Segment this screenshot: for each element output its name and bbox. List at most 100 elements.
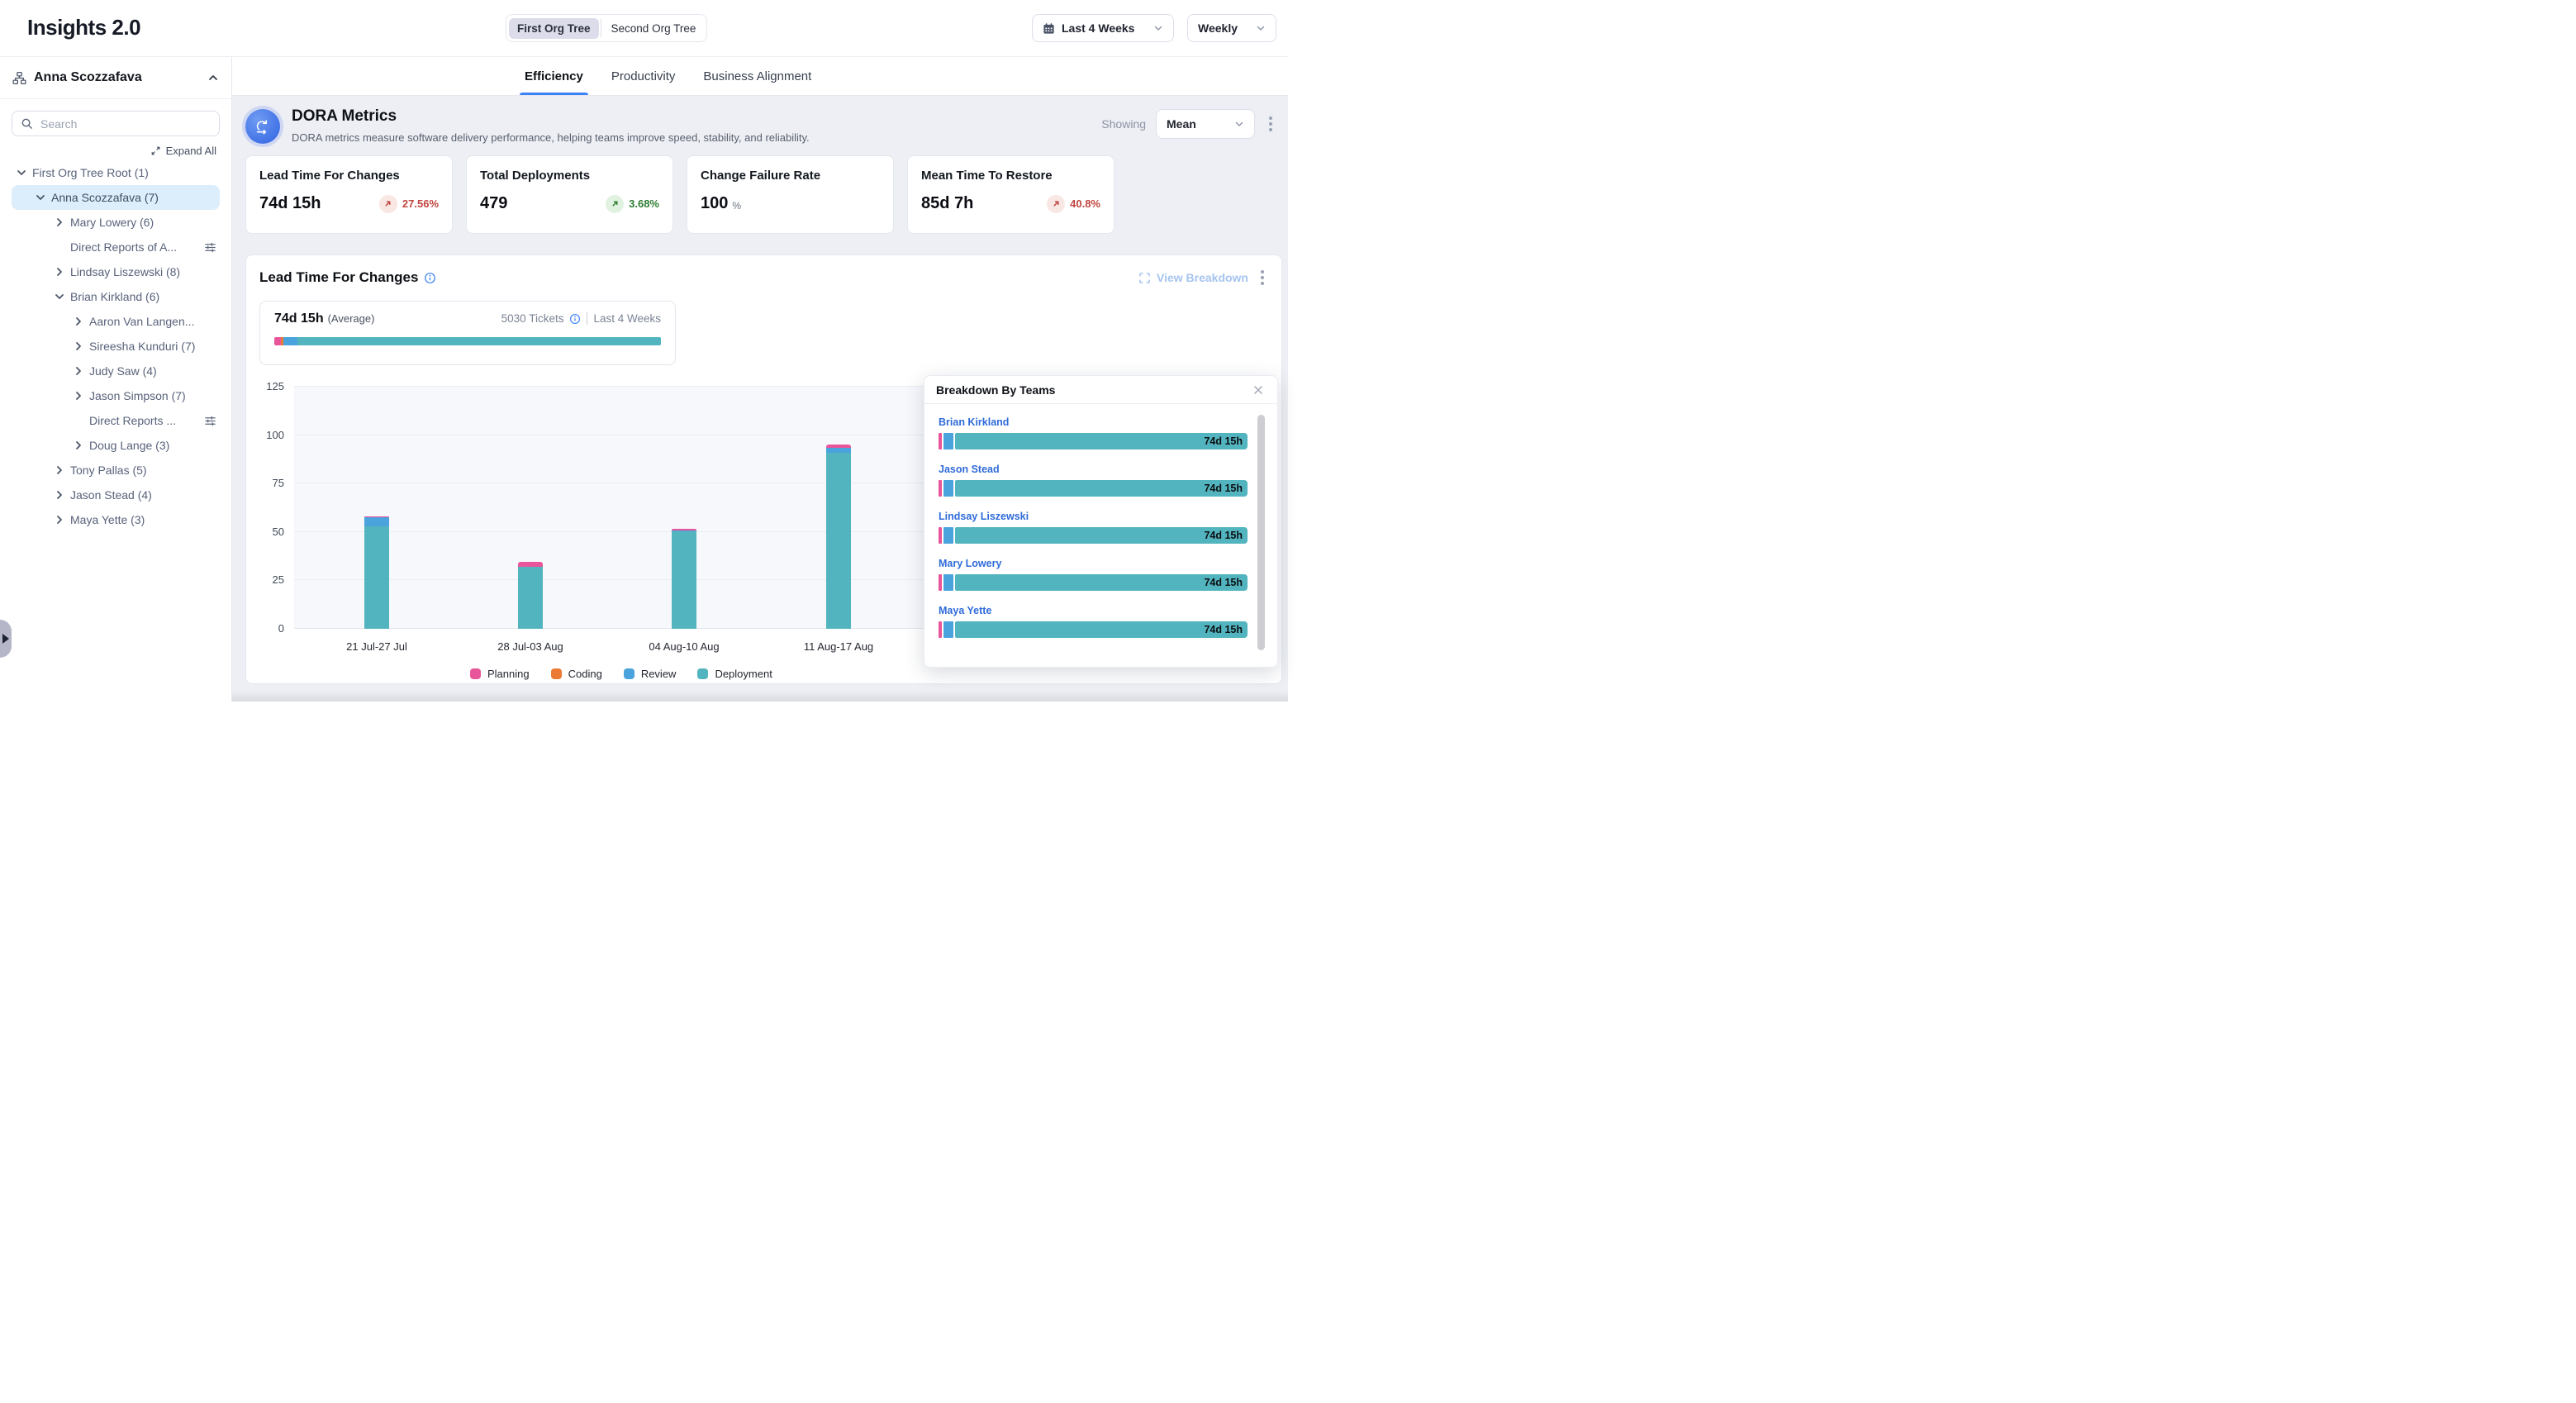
- close-icon[interactable]: [1251, 383, 1266, 397]
- x-tick-label: 11 Aug-17 Aug: [804, 640, 873, 653]
- tree-item-direct-reports[interactable]: Direct Reports ...: [12, 408, 220, 433]
- breakdown-row-jason-stead: Jason Stead 74d 15h: [939, 462, 1248, 497]
- tab-business-alignment[interactable]: Business Alignment: [703, 57, 811, 95]
- team-link[interactable]: Jason Stead: [939, 464, 1000, 475]
- granularity-select[interactable]: Weekly: [1187, 14, 1276, 42]
- chevron-right-icon[interactable]: [55, 267, 64, 277]
- legend-swatch: [624, 668, 634, 679]
- toggle-first-org-tree[interactable]: First Org Tree: [509, 18, 599, 39]
- chevron-right-icon[interactable]: [74, 341, 83, 351]
- tree-item-aaron-van-langen[interactable]: Aaron Van Langen...: [12, 309, 220, 334]
- tree-item-tony-pallas[interactable]: Tony Pallas (5): [12, 458, 220, 483]
- chevron-right-icon[interactable]: [74, 440, 83, 450]
- chevron-up-icon[interactable]: [207, 72, 219, 83]
- search-icon: [21, 117, 33, 130]
- chevron-right-icon[interactable]: [74, 316, 83, 326]
- sidebar-header[interactable]: Anna Scozzafava: [0, 57, 231, 99]
- chevron-right-icon[interactable]: [74, 366, 83, 376]
- tree-item-lindsay-liszewski[interactable]: Lindsay Liszewski (8): [12, 259, 220, 284]
- chevron-right-icon[interactable]: [74, 391, 83, 401]
- tree-item-judy-saw[interactable]: Judy Saw (4): [12, 359, 220, 383]
- bar-segment-deployment: [518, 567, 543, 629]
- sidebar: Anna Scozzafava Expand All First Org Tre…: [0, 57, 232, 702]
- tree-item-jason-simpson[interactable]: Jason Simpson (7): [12, 383, 220, 408]
- tree-item-direct-reports-of-a[interactable]: Direct Reports of A...: [12, 235, 220, 259]
- legend-swatch: [551, 668, 562, 679]
- tree-item-label: Sireesha Kunduri (7): [89, 340, 220, 353]
- breakdown-panel-title: Breakdown By Teams: [936, 383, 1055, 397]
- scrollbar-thumb[interactable]: [1257, 415, 1265, 650]
- info-icon[interactable]: [424, 272, 436, 284]
- tab-productivity[interactable]: Productivity: [611, 57, 676, 95]
- chart-bar-28-jul-03-aug[interactable]: [518, 387, 543, 629]
- toggle-second-org-tree[interactable]: Second Org Tree: [603, 18, 705, 39]
- tree-item-first-org-tree-root[interactable]: First Org Tree Root (1): [12, 160, 220, 185]
- team-link[interactable]: Mary Lowery: [939, 558, 1001, 569]
- bar-segment-review: [943, 574, 953, 591]
- chevron-right-icon[interactable]: [55, 515, 64, 525]
- tree-item-brian-kirkland[interactable]: Brian Kirkland (6): [12, 284, 220, 309]
- showing-label: Showing: [1101, 117, 1146, 131]
- chevron-right-icon[interactable]: [55, 490, 64, 500]
- tabs-bar: Efficiency Productivity Business Alignme…: [232, 57, 1288, 96]
- dora-header: DORA Metrics DORA metrics measure softwa…: [245, 107, 1276, 144]
- filter-sliders-icon[interactable]: [204, 241, 220, 254]
- chevron-down-icon[interactable]: [55, 292, 64, 302]
- tree-item-sireesha-kunduri[interactable]: Sireesha Kunduri (7): [12, 334, 220, 359]
- team-link[interactable]: Brian Kirkland: [939, 416, 1009, 428]
- trend-up-arrow-icon: [1047, 195, 1065, 213]
- showing-select[interactable]: Mean: [1156, 109, 1255, 139]
- tree-item-label: Direct Reports ...: [89, 414, 198, 427]
- x-tick-label: 04 Aug-10 Aug: [649, 640, 719, 653]
- team-stacked-bar: 74d 15h: [939, 433, 1248, 449]
- date-range-select[interactable]: Last 4 Weeks: [1032, 14, 1174, 42]
- chevron-down-icon: [1234, 119, 1244, 129]
- breakdown-row-brian-kirkland: Brian Kirkland 74d 15h: [939, 415, 1248, 449]
- legend-item-review[interactable]: Review: [624, 668, 677, 680]
- tree-item-label: Mary Lowery (6): [70, 216, 220, 229]
- tree-item-jason-stead[interactable]: Jason Stead (4): [12, 483, 220, 507]
- legend-item-planning[interactable]: Planning: [470, 668, 530, 680]
- metric-card-value: 74d 15h: [259, 194, 321, 213]
- view-breakdown-label: View Breakdown: [1157, 271, 1248, 284]
- y-tick-label: 75: [273, 477, 284, 489]
- info-icon[interactable]: [569, 313, 581, 325]
- sidebar-search[interactable]: [12, 111, 220, 136]
- team-stacked-bar: 74d 15h: [939, 527, 1248, 544]
- legend-label: Review: [641, 668, 677, 680]
- search-input[interactable]: [40, 117, 211, 131]
- sidebar-collapse-handle[interactable]: [0, 620, 12, 658]
- bar-segment-deployment: 74d 15h: [955, 480, 1248, 497]
- chart-bar-21-jul-27-jul[interactable]: [364, 387, 389, 629]
- tree-item-label: Tony Pallas (5): [70, 464, 220, 477]
- dora-menu-button[interactable]: [1265, 112, 1276, 136]
- org-tree-toggle[interactable]: First Org Tree Second Org Tree: [506, 14, 707, 42]
- tab-efficiency[interactable]: Efficiency: [525, 57, 583, 95]
- team-link[interactable]: Lindsay Liszewski: [939, 511, 1029, 522]
- breakdown-panel: Breakdown By Teams Brian Kirkland 74d 15h…: [924, 375, 1278, 668]
- chevron-down-icon[interactable]: [17, 168, 26, 178]
- y-tick-label: 50: [273, 526, 284, 538]
- lead-time-menu-button[interactable]: [1257, 265, 1268, 290]
- tree-item-doug-lange[interactable]: Doug Lange (3): [12, 433, 220, 458]
- tree-item-anna-scozzafava[interactable]: Anna Scozzafava (7): [12, 185, 220, 210]
- chevron-down-icon[interactable]: [36, 193, 45, 202]
- legend-item-coding[interactable]: Coding: [551, 668, 602, 680]
- view-breakdown-button[interactable]: View Breakdown: [1138, 271, 1248, 284]
- tree-item-maya-yette[interactable]: Maya Yette (3): [12, 507, 220, 532]
- metric-card-title: Total Deployments: [480, 169, 659, 183]
- tree-item-label: Lindsay Liszewski (8): [70, 265, 220, 278]
- filter-sliders-icon[interactable]: [204, 415, 220, 427]
- team-link[interactable]: Maya Yette: [939, 605, 991, 616]
- chart-bar-11-aug-17-aug[interactable]: [826, 387, 851, 629]
- expand-all-button[interactable]: Expand All: [0, 145, 216, 157]
- tree-item-mary-lowery[interactable]: Mary Lowery (6): [12, 210, 220, 235]
- chevron-right-icon[interactable]: [55, 465, 64, 475]
- chevron-right-icon[interactable]: [55, 217, 64, 227]
- chart-bar-04-aug-10-aug[interactable]: [672, 387, 696, 629]
- sprint-cycle-icon: [245, 109, 280, 144]
- legend-item-deployment[interactable]: Deployment: [697, 668, 772, 680]
- bar-segment-planning: [939, 621, 942, 638]
- tree-item-label: Direct Reports of A...: [70, 240, 198, 254]
- tickets-count: 5030 Tickets: [501, 312, 564, 325]
